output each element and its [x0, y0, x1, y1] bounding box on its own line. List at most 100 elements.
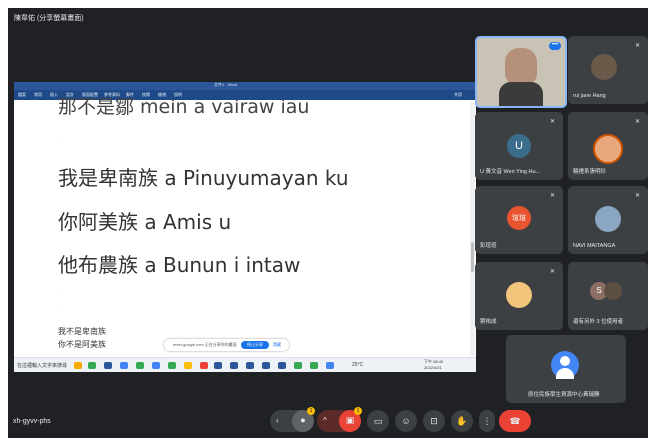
emoji-button[interactable]: ☺ [395, 410, 417, 432]
avatar [604, 282, 622, 300]
mic-icon: ● [300, 415, 306, 425]
participant-name: U 黃文音 Wen Ying Hu... [480, 169, 541, 175]
doc-small-line: 我不是卑南族 [58, 327, 106, 336]
participant-tile-presenter-video[interactable]: ••• [475, 36, 567, 108]
participant-tile[interactable]: ✕ 瑄瑄 彭瑄瑄 [475, 186, 563, 254]
ribbon-tab[interactable]: 常用 [34, 92, 42, 98]
emoji-icon: ☺ [401, 416, 411, 426]
share-doc-button[interactable]: 共用 [454, 92, 462, 98]
chrome-icon[interactable] [168, 362, 176, 369]
weather-temp: 25°C [352, 362, 364, 368]
raise-hand-button[interactable]: ✋ [451, 410, 473, 432]
ribbon-tab[interactable]: 檔案 [18, 92, 26, 98]
self-tile[interactable]: 原住民族學生資源中心黃瑞勝 [506, 335, 626, 403]
chrome-icon[interactable] [88, 362, 96, 369]
phone-hangup-icon: ☎ [509, 416, 521, 426]
more-options-icon[interactable]: ••• [549, 42, 561, 50]
avatar: U [507, 134, 531, 158]
taskbar-date: 2022/4/21 [424, 365, 442, 370]
mic-button[interactable]: ● 1 [292, 407, 315, 432]
participant-name: 還有另外 3 位使用者 [573, 319, 624, 325]
camera-button-group[interactable]: ^ ▣ 1 [317, 407, 362, 432]
chrome-icon[interactable] [136, 362, 144, 369]
participant-name: 劉祐成 [480, 319, 497, 325]
mic-off-icon: ✕ [549, 269, 555, 275]
word-icon[interactable] [104, 362, 112, 369]
mic-badge: 1 [307, 407, 315, 415]
avatar [591, 54, 617, 80]
avatar [551, 351, 579, 379]
word-titlebar: 文件1 - Word [14, 82, 476, 90]
avatar [506, 282, 532, 308]
meeting-code: xh-gyvv-phs [13, 418, 51, 425]
participant-name: 饒禮系張明珍 [573, 169, 607, 175]
participant-tile-others[interactable]: S 還有另外 3 位使用者 [568, 262, 648, 330]
mic-off-icon: ✕ [634, 193, 640, 199]
ribbon-tab[interactable]: 插入 [50, 92, 58, 98]
folder-icon[interactable] [184, 362, 192, 369]
mic-off-icon: ✕ [549, 119, 555, 125]
sharing-notification: meet.google.com 正在分享你的畫面 停止分享 隱藏 [164, 339, 289, 351]
mic-off-icon: ✕ [549, 193, 555, 199]
person-icon [560, 356, 570, 366]
camera-button[interactable]: ▣ 1 [339, 407, 362, 432]
meet-window: 陳韋佑 (分享螢幕畫面) 文件1 - Word 檔案 常用 插入 設計 版面配置… [8, 8, 648, 438]
present-button[interactable]: ⊡ [423, 410, 445, 432]
avatar-initial: U [515, 140, 523, 152]
participant-tile[interactable]: ✕ 饒禮系張明珍 [568, 112, 648, 180]
taskbar-app-icon[interactable] [74, 362, 82, 369]
participant-tile[interactable]: ✕ 劉祐成 [475, 262, 563, 330]
avatar-initial: 瑄瑄 [512, 215, 526, 222]
doc-scroll-thumb[interactable] [471, 242, 474, 272]
taskbar-app-icon[interactable] [152, 362, 160, 369]
participant-tile[interactable]: ✕ NAVI MAITANGA [568, 186, 648, 254]
person-video [505, 48, 537, 84]
word-icon[interactable] [278, 362, 286, 369]
word-icon[interactable] [230, 362, 238, 369]
chevron-up-icon[interactable]: ^ [323, 416, 327, 425]
word-icon[interactable] [246, 362, 254, 369]
camera-badge: 1 [354, 407, 362, 415]
doc-line: 那不是鄒 mein a vairaw iau [58, 96, 310, 118]
chevron-left-icon[interactable]: ‹ [276, 416, 279, 425]
mic-off-icon: ✕ [634, 43, 640, 49]
taskbar-app-icon[interactable] [120, 362, 128, 369]
participant-name: 彭瑄瑄 [480, 243, 497, 249]
chrome-icon[interactable] [310, 362, 318, 369]
doc-line: 他布農族 a Bunun i intaw [58, 253, 301, 277]
participant-name: NAVI MAITANGA [573, 243, 616, 249]
participant-tile[interactable]: ✕ U U 黃文音 Wen Ying Hu... [475, 112, 563, 180]
avatar [593, 134, 623, 164]
hand-icon: ✋ [456, 416, 468, 426]
doc-line: 我是卑南族 a Pinuyumayan ku [58, 166, 349, 190]
mic-off-icon: ✕ [634, 119, 640, 125]
shared-screen: 文件1 - Word 檔案 常用 插入 設計 版面配置 參考資料 郵件 校閱 檢… [14, 82, 476, 372]
camera-off-icon: ▣ [345, 415, 355, 425]
paragraph-mark: · [60, 287, 62, 293]
avatar [595, 206, 621, 232]
more-vert-icon: ⋮ [482, 416, 492, 426]
youtube-icon[interactable] [200, 362, 208, 369]
taskbar-search[interactable]: 在這裡輸入文字來搜尋 [17, 362, 67, 369]
participant-name: rui jane Hang [573, 93, 606, 99]
word-icon[interactable] [262, 362, 270, 369]
end-call-button[interactable]: ☎ [499, 410, 531, 432]
present-icon: ⊡ [430, 416, 438, 426]
captions-icon: ▭ [373, 416, 383, 426]
person-shirt [499, 82, 543, 106]
stop-sharing-button[interactable]: 停止分享 [241, 341, 269, 349]
doc-line: 你阿美族 a Amis u [58, 210, 232, 234]
more-options-button[interactable]: ⋮ [479, 410, 495, 432]
mic-button-group[interactable]: ‹ ● 1 [270, 407, 315, 432]
hide-button[interactable]: 隱藏 [273, 342, 281, 348]
captions-button[interactable]: ▭ [367, 410, 389, 432]
paragraph-mark: · [60, 135, 62, 141]
presenter-label: 陳韋佑 (分享螢幕畫面) [14, 15, 84, 22]
participant-tile[interactable]: ✕ rui jane Hang [568, 36, 648, 104]
avatar: 瑄瑄 [507, 206, 531, 230]
meet-icon[interactable] [294, 362, 302, 369]
word-icon[interactable] [214, 362, 222, 369]
doc-small-line: 你不是阿美族 [58, 340, 106, 349]
taskbar-app-icon[interactable] [326, 362, 334, 369]
person-icon-body [556, 368, 574, 379]
